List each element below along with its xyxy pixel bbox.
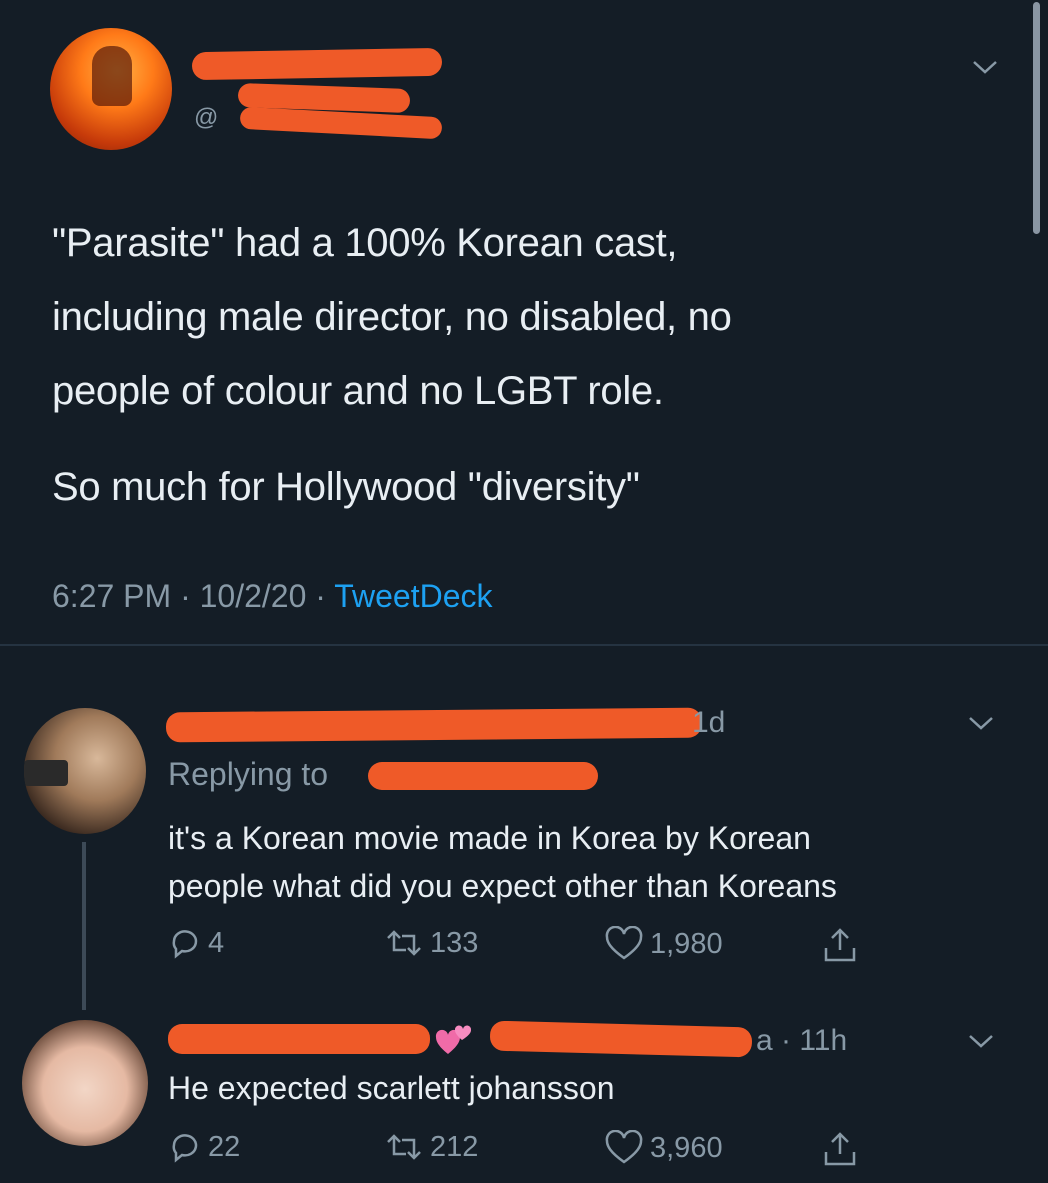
share-icon — [824, 928, 856, 962]
like-icon — [605, 926, 643, 960]
reply-text: He expected scarlett johansson — [168, 1070, 615, 1106]
share-button[interactable] — [820, 926, 866, 964]
redacted-handle — [489, 1020, 753, 1058]
retweet-icon — [387, 1134, 421, 1160]
avatar[interactable] — [24, 708, 146, 834]
reply-count: 4 — [208, 926, 225, 959]
redacted-name — [168, 1024, 430, 1054]
tweet-time[interactable]: 6:27 PM — [52, 578, 171, 614]
main-tweet: @ "Parasite" had a 100% Korean cast, inc… — [0, 0, 1048, 648]
retweet-count: 133 — [430, 926, 479, 959]
like-count: 3,960 — [650, 1131, 723, 1164]
tweet-source-link[interactable]: TweetDeck — [334, 578, 492, 614]
chevron-down-icon[interactable] — [970, 56, 1000, 78]
avatar[interactable] — [50, 28, 172, 150]
reply-button[interactable]: 22 — [168, 1130, 240, 1164]
reply-icon — [172, 930, 198, 959]
reply-count: 22 — [208, 1130, 241, 1163]
separator: · — [180, 578, 191, 614]
tweet-meta: 6:27 PM · 10/2/20 · TweetDeck — [52, 578, 493, 615]
redacted-handle-2 — [239, 106, 443, 140]
tweet-text-line: "Parasite" had a 100% Korean cast, — [52, 221, 678, 265]
heart-emoji-icon — [435, 1025, 472, 1054]
like-count: 1,980 — [650, 927, 723, 960]
retweet-count: 212 — [430, 1130, 479, 1163]
divider — [0, 644, 1048, 646]
reply-icon — [172, 1134, 198, 1163]
like-button[interactable]: 3,960 — [604, 1130, 723, 1166]
retweet-button[interactable]: 212 — [384, 1130, 478, 1164]
separator: · — [315, 578, 326, 614]
avatar[interactable] — [22, 1020, 148, 1146]
reply-time[interactable]: a · 11h — [756, 1024, 847, 1058]
retweet-button[interactable]: 133 — [384, 926, 478, 960]
tweet-actions: 22 212 3,960 — [168, 1130, 888, 1174]
tweet-actions: 4 133 1,980 — [168, 926, 888, 970]
share-button[interactable] — [820, 1130, 866, 1168]
tweet-date[interactable]: 10/2/20 — [200, 578, 307, 614]
like-button[interactable]: 1,980 — [604, 926, 723, 962]
redacted-name — [191, 47, 443, 81]
reply-button[interactable]: 4 — [168, 926, 224, 960]
redacted-name — [165, 707, 703, 743]
chevron-down-icon[interactable] — [966, 1030, 996, 1052]
thread-line — [82, 842, 86, 1010]
like-icon — [605, 1130, 643, 1164]
redacted-reply-handle — [368, 762, 598, 790]
tweet-text-line: including male director, no disabled, no — [52, 295, 732, 339]
reply-text-line: people what did you expect other than Ko… — [168, 868, 837, 904]
tweet-text-line: So much for Hollywood "diversity" — [52, 465, 640, 509]
share-icon — [824, 1132, 856, 1166]
tweet-text-line: people of colour and no LGBT role. — [52, 369, 664, 413]
reply-time[interactable]: 1d — [692, 706, 725, 740]
replying-to: Replying to — [168, 756, 329, 792]
retweet-icon — [387, 930, 421, 956]
reply-text-line: it's a Korean movie made in Korea by Kor… — [168, 820, 811, 856]
chevron-down-icon[interactable] — [966, 712, 996, 734]
handle-at: @ — [194, 104, 219, 131]
